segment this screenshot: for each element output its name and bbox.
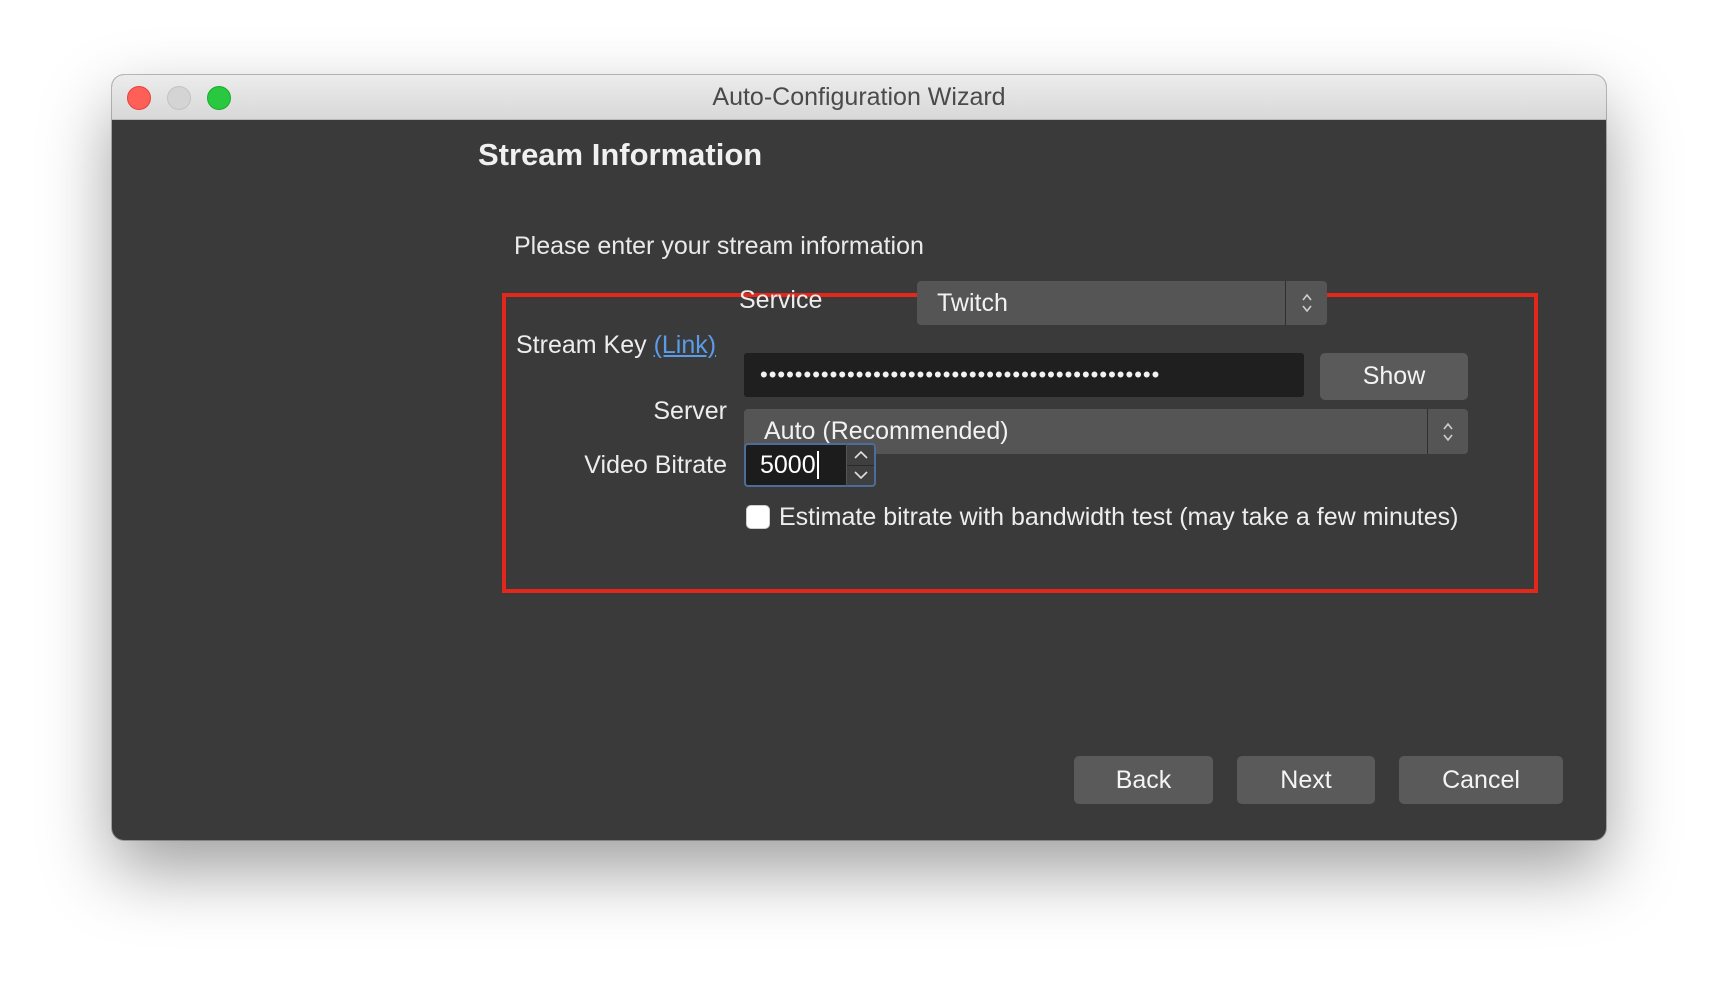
stream-key-link[interactable]: (Link) xyxy=(654,331,717,359)
video-bitrate-stepper[interactable] xyxy=(846,443,876,487)
bandwidth-test-checkbox[interactable] xyxy=(746,505,770,529)
service-select[interactable]: Twitch xyxy=(917,281,1327,325)
stream-key-input[interactable]: ••••••••••••••••••••••••••••••••••••••••… xyxy=(744,353,1304,397)
page-subtitle: Please enter your stream information xyxy=(514,232,924,260)
chevron-up-down-icon xyxy=(1286,281,1327,325)
title-bar: Auto-Configuration Wizard xyxy=(112,75,1606,120)
chevron-up-down-icon xyxy=(1428,409,1468,454)
back-button[interactable]: Back xyxy=(1074,756,1213,804)
service-label-value: Service xyxy=(739,286,823,314)
wizard-window: Auto-Configuration Wizard Stream Informa… xyxy=(112,75,1606,840)
next-button[interactable]: Next xyxy=(1237,756,1375,804)
service-label-text: Service xyxy=(739,286,822,315)
video-bitrate-label: Video Bitrate xyxy=(584,451,727,479)
chevron-down-icon xyxy=(853,471,868,480)
chevron-up-icon xyxy=(853,450,868,459)
stream-key-label: Stream Key (Link) xyxy=(516,331,716,360)
decrement-button[interactable] xyxy=(847,465,874,485)
text-caret xyxy=(816,451,819,479)
bandwidth-test-label[interactable]: Estimate bitrate with bandwidth test (ma… xyxy=(779,503,1458,532)
server-label: Server xyxy=(653,397,727,425)
service-select-value: Twitch xyxy=(937,288,1008,317)
video-bitrate-input[interactable]: 5000 xyxy=(744,443,846,487)
increment-button[interactable] xyxy=(847,445,874,466)
video-bitrate-value: 5000 xyxy=(760,450,816,479)
window-title: Auto-Configuration Wizard xyxy=(712,83,1006,111)
page-title: Stream Information xyxy=(478,137,763,172)
show-key-button[interactable]: Show xyxy=(1320,353,1468,400)
stream-key-label-text: Stream Key xyxy=(516,331,647,359)
cancel-button[interactable]: Cancel xyxy=(1399,756,1563,804)
